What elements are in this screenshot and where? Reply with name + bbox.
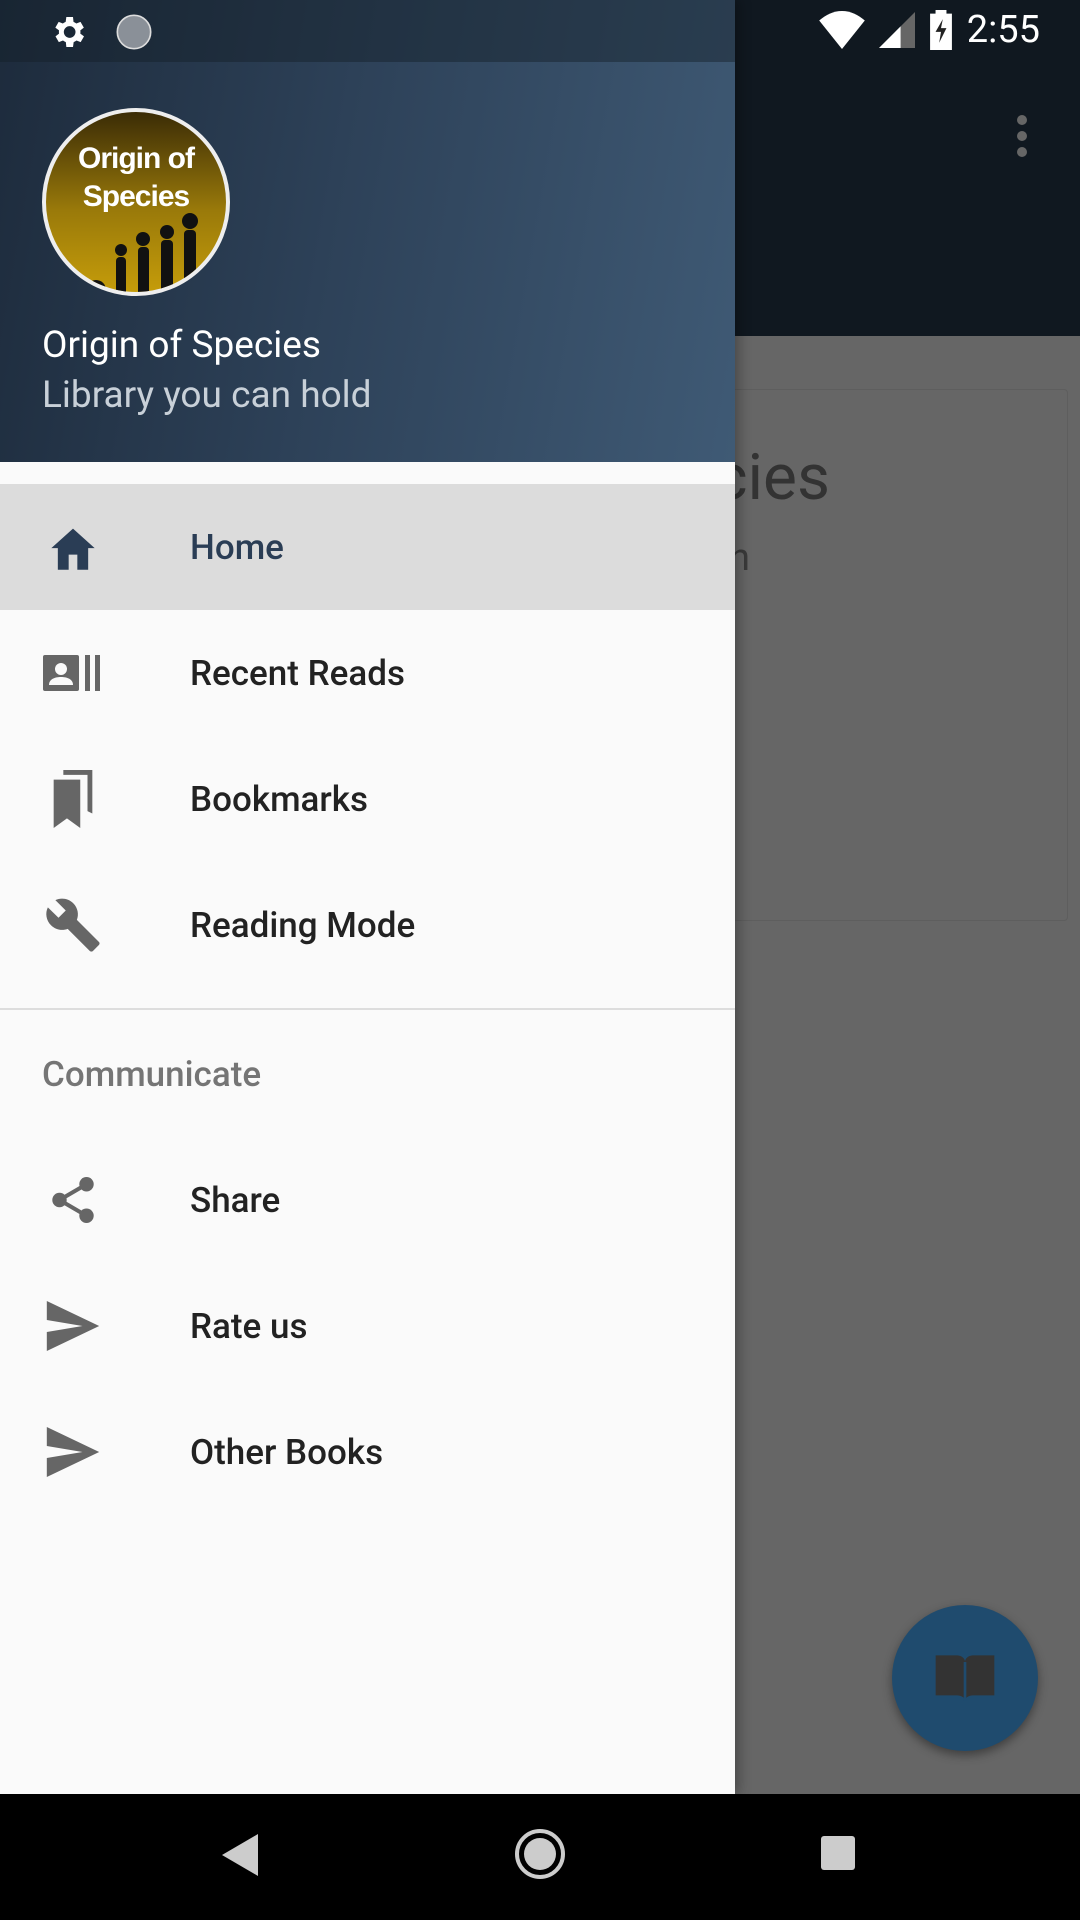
drawer-item-label: Bookmarks [190,778,369,820]
home-icon [43,517,103,577]
drawer-item-recent-reads[interactable]: Recent Reads [0,610,735,736]
drawer-divider [0,1008,735,1010]
logo-text-1: Origin of [78,142,195,175]
status-bar: 2:55 [0,0,1080,62]
drawer-item-label: Reading Mode [190,904,416,946]
app-logo: Origin of Species [42,108,230,296]
gear-icon [55,17,84,47]
logo-text-2: Species [82,180,190,213]
open-book-icon [935,1655,995,1701]
drawer-item-label: Rate us [190,1305,308,1347]
system-nav-bar [0,1794,1080,1920]
drawer-item-share[interactable]: Share [0,1137,735,1263]
back-icon[interactable] [222,1834,258,1876]
drawer-item-label: Share [190,1179,281,1221]
wrench-icon [43,895,103,955]
wifi-icon [818,11,865,49]
send-icon [43,1296,103,1356]
drawer-item-home[interactable]: Home [0,484,735,610]
drawer-item-label: Home [190,526,284,568]
drawer-item-other-books[interactable]: Other Books [0,1389,735,1515]
drawer-header: Origin of Species Origin of Species Libr… [0,0,735,462]
more-options-icon[interactable] [1010,115,1034,159]
drawer-item-label: Other Books [190,1431,384,1473]
sync-icon [116,14,152,50]
drawer-item-rate-us[interactable]: Rate us [0,1263,735,1389]
section-title-communicate: Communicate [42,1054,262,1095]
drawer-item-label: Recent Reads [190,652,406,694]
drawer-item-bookmarks[interactable]: Bookmarks [0,736,735,862]
send-icon [43,1422,103,1482]
read-fab-button[interactable] [892,1605,1038,1751]
drawer-subtitle: Library you can hold [42,374,372,417]
home-nav-icon[interactable] [514,1828,566,1880]
battery-charging-icon [929,10,952,50]
evolution-silhouette [86,213,198,292]
share-icon [43,1170,103,1230]
recent-icon [43,643,103,703]
navigation-drawer: Origin of Species Origin of Species Libr… [0,0,735,1794]
recents-icon[interactable] [821,1836,855,1870]
drawer-item-reading-mode[interactable]: Reading Mode [0,862,735,988]
status-time: 2:55 [966,8,1040,52]
bookmarks-icon [43,769,103,829]
drawer-title: Origin of Species [42,324,321,367]
signal-icon [878,12,915,48]
